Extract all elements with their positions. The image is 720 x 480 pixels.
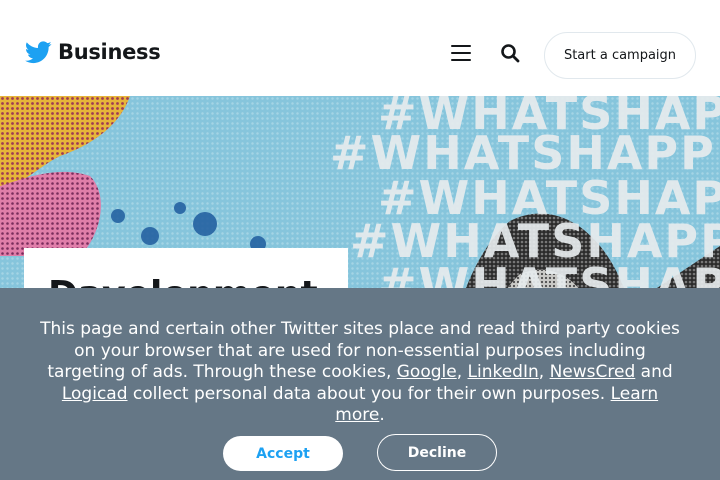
google-link[interactable]: Google xyxy=(397,362,457,382)
cookie-notice-text: This page and certain other Twitter site… xyxy=(40,319,680,427)
menu-line xyxy=(451,52,471,54)
hamburger-menu-icon[interactable] xyxy=(450,43,472,63)
cookie-text-part: . xyxy=(379,405,385,425)
site-header: Business Start a campaign xyxy=(0,0,720,96)
twitter-bird-icon xyxy=(25,40,52,63)
search-icon[interactable] xyxy=(499,42,521,64)
brand-name: Business xyxy=(58,40,161,64)
decline-button[interactable]: Decline xyxy=(377,434,497,471)
cookie-consent-banner: This page and certain other Twitter site… xyxy=(0,288,720,480)
cookie-text-part: collect personal data about you for thei… xyxy=(127,383,611,404)
menu-line xyxy=(451,45,471,47)
newscred-link[interactable]: NewsCred xyxy=(550,362,636,382)
logicad-link[interactable]: Logicad xyxy=(62,384,128,404)
twitter-business-logo[interactable]: Business xyxy=(25,40,161,64)
start-campaign-button[interactable]: Start a campaign xyxy=(544,32,696,79)
accept-button[interactable]: Accept xyxy=(223,436,343,471)
menu-line xyxy=(451,59,471,61)
cookie-text-separator: , xyxy=(538,362,550,382)
cookie-text-part: and xyxy=(635,362,673,382)
cookie-text-separator: , xyxy=(456,362,468,382)
linkedin-link[interactable]: LinkedIn xyxy=(468,362,539,382)
